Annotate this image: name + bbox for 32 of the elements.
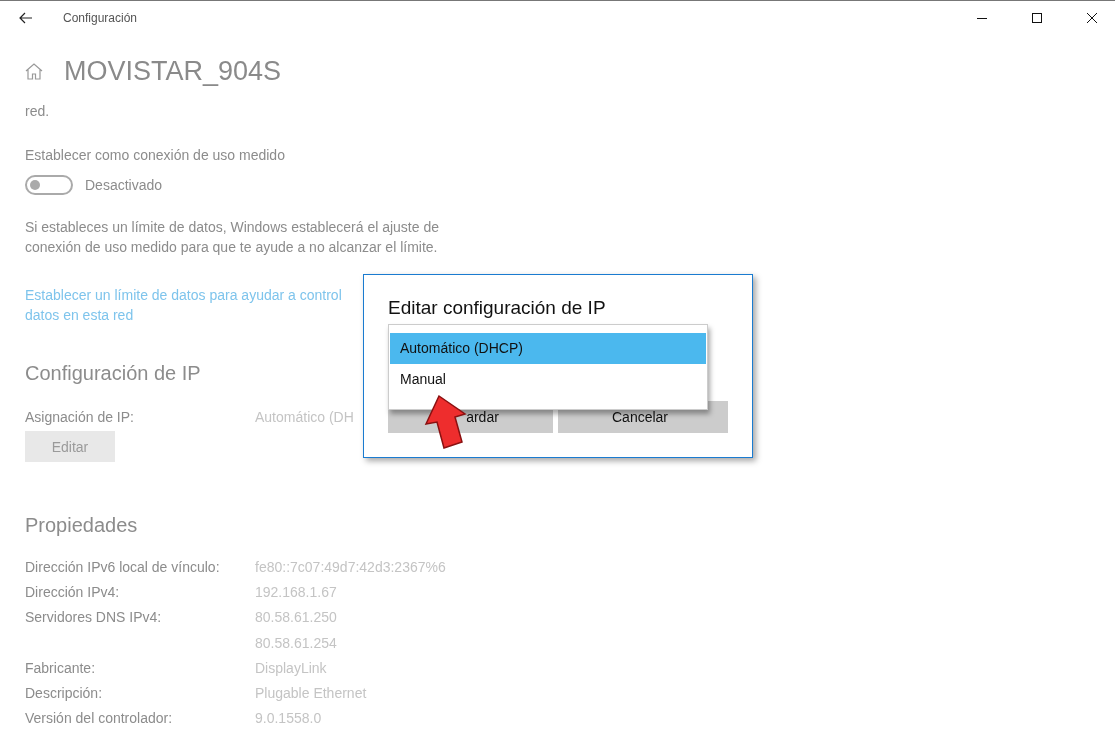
paragraph-text: Si estableces un límite de datos, Windows establecerá el ajuste de conexión de uso medido para que te ayude a no alcanzar el límite. <box>25 218 440 257</box>
toggle-switch[interactable] <box>25 175 73 195</box>
dialog-title: Editar configuración de IP <box>388 297 606 319</box>
setting-label: Establecer como conexión de uso medido <box>25 147 286 163</box>
section-heading: Configuración de IP <box>25 362 201 385</box>
close-icon[interactable] <box>1087 13 1097 23</box>
property-value: DisplayLink <box>255 660 327 676</box>
property-label: Asignación de IP: <box>25 409 135 425</box>
page-title: MOVISTAR_904S <box>64 56 282 87</box>
property-value: 192.168.1.67 <box>255 584 337 600</box>
property-label: Versión del controlador: <box>25 710 174 726</box>
property-value: 9.0.1558.0 <box>255 710 322 726</box>
property-label: Servidores DNS IPv4: <box>25 609 163 627</box>
property-value: fe80::7c07:49d7:42d3:2367%6 <box>255 559 446 575</box>
home-icon[interactable] <box>25 63 43 80</box>
property-label: Descripción: <box>25 685 104 701</box>
dropdown-option[interactable]: Manual <box>390 364 706 395</box>
window-title: Configuración <box>63 11 138 25</box>
property-value: 80.58.61.250 <box>255 609 337 625</box>
dropdown-option[interactable]: Automático (DHCP) <box>390 333 706 364</box>
section-heading: Propiedades <box>25 514 138 537</box>
property-label: Dirección IPv6 local de vínculo: <box>25 559 221 575</box>
maximize-icon[interactable] <box>1032 13 1042 23</box>
property-label: Fabricante: <box>25 660 97 676</box>
property-value: 80.58.61.254 <box>255 635 337 651</box>
property-value: Plugable Ethernet <box>255 685 367 701</box>
property-label: Dirección IPv4: <box>25 584 121 600</box>
toggle-label: Desactivado <box>85 177 163 193</box>
property-value: Automático (DH <box>255 409 354 425</box>
pointer-arrow <box>424 394 468 450</box>
back-icon[interactable] <box>19 12 33 24</box>
paragraph-text: red. <box>25 103 51 119</box>
